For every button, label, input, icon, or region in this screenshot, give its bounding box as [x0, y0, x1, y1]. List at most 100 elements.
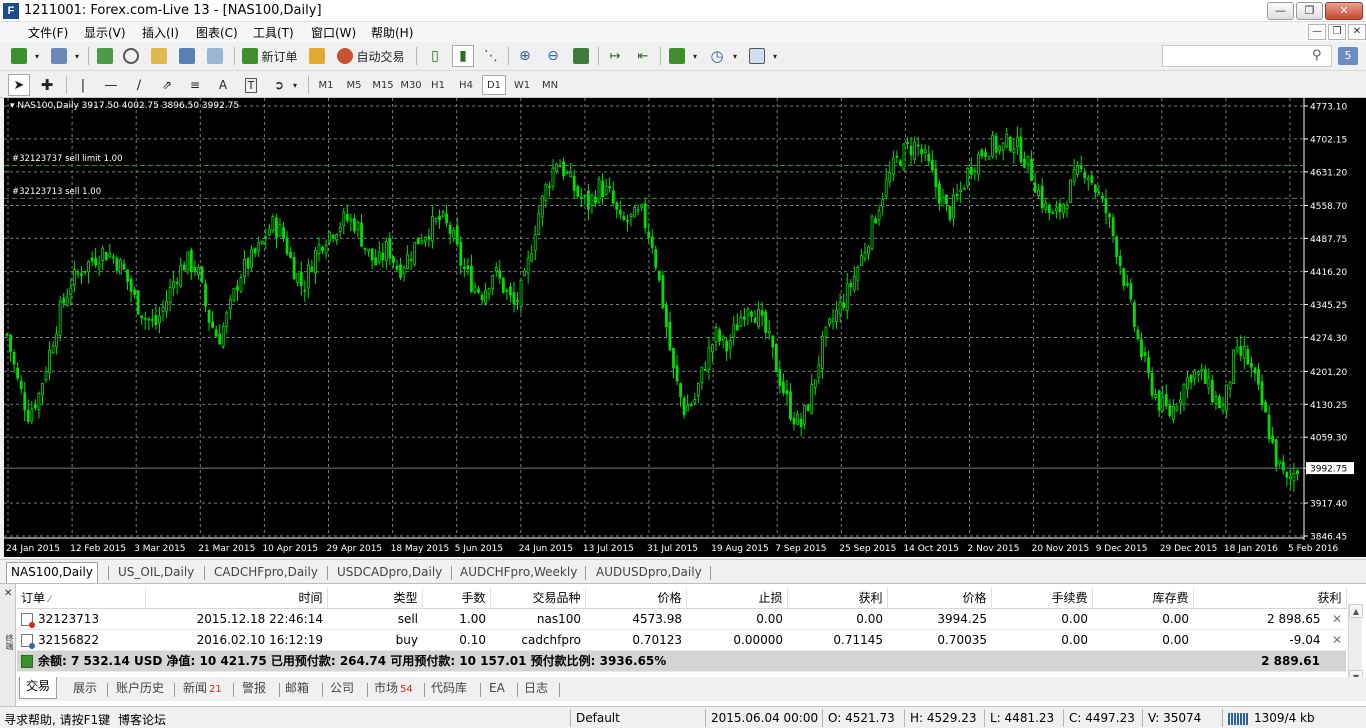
- navigator-button[interactable]: [148, 45, 170, 67]
- tab-market[interactable]: 市场 54: [368, 679, 419, 699]
- table-row[interactable]: 32156822 2016.02.10 16:12:19 buy 0.10 ca…: [17, 629, 1346, 651]
- zoom-out-button[interactable]: ⊖: [542, 45, 564, 67]
- indicators-dropdown[interactable]: ▾: [690, 45, 700, 67]
- close-button[interactable]: ✕: [1325, 2, 1363, 20]
- timeframe-d1[interactable]: D1: [482, 75, 506, 95]
- menu-window[interactable]: 窗口(W): [311, 24, 356, 41]
- cursor-button[interactable]: ➤: [8, 74, 30, 96]
- strategy-tester-button[interactable]: [204, 45, 226, 67]
- col-current-price[interactable]: 价格: [887, 588, 992, 609]
- restore-button[interactable]: ❐: [1296, 2, 1323, 20]
- profiles-button[interactable]: [48, 45, 70, 67]
- tab-experts[interactable]: EA: [483, 679, 511, 699]
- col-type[interactable]: 类型: [327, 588, 423, 609]
- line-chart-button[interactable]: ⋱: [480, 45, 502, 67]
- col-stop-loss[interactable]: 止损: [686, 588, 788, 609]
- tab-journal[interactable]: 日志: [518, 679, 554, 699]
- col-order[interactable]: 订单 ⁄: [17, 588, 146, 609]
- order-take-profit[interactable]: 0.00: [787, 608, 887, 630]
- vertical-line-button[interactable]: |: [72, 74, 94, 96]
- terminal-button[interactable]: [176, 45, 198, 67]
- col-symbol[interactable]: 交易品种: [490, 588, 586, 609]
- col-swap[interactable]: 库存费: [1092, 588, 1194, 609]
- indicators-button[interactable]: [666, 45, 688, 67]
- tab-mailbox[interactable]: 邮箱: [279, 679, 315, 699]
- tab-exposure[interactable]: 展示: [67, 679, 103, 699]
- timeframe-m5[interactable]: M5: [342, 75, 366, 95]
- periods-dropdown[interactable]: ▾: [730, 45, 740, 67]
- tab-company[interactable]: 公司: [324, 679, 360, 699]
- horizontal-line-button[interactable]: —: [100, 74, 122, 96]
- mdi-minimize-button[interactable]: —: [1308, 24, 1326, 40]
- tab-code-base[interactable]: 代码库: [425, 679, 473, 699]
- col-lots[interactable]: 手数: [422, 588, 491, 609]
- menu-view[interactable]: 显示(V): [84, 24, 126, 41]
- col-profit[interactable]: 获利: [1193, 588, 1347, 609]
- profiles-dropdown[interactable]: ▾: [72, 45, 82, 67]
- chart-tab-usdcadpro[interactable]: USDCADpro,Daily: [333, 563, 446, 582]
- tile-windows-button[interactable]: [570, 45, 592, 67]
- new-chart-dropdown[interactable]: ▾: [32, 45, 42, 67]
- tab-trade[interactable]: 交易: [19, 677, 58, 699]
- tab-account-history[interactable]: 账户历史: [110, 679, 170, 699]
- new-chart-button[interactable]: [8, 45, 30, 67]
- scroll-up-icon[interactable]: ▲: [1349, 604, 1363, 618]
- menu-charts[interactable]: 图表(C): [196, 24, 238, 41]
- chat-icon[interactable]: 5: [1338, 47, 1358, 65]
- mdi-restore-button[interactable]: ❐: [1328, 24, 1346, 40]
- timeframe-h4[interactable]: H4: [454, 75, 478, 95]
- periods-button[interactable]: ◷: [706, 45, 728, 67]
- order-label-sell-limit[interactable]: #32123737 sell limit 1.00: [12, 154, 123, 164]
- col-open-price[interactable]: 价格: [585, 588, 687, 609]
- order-stop-loss[interactable]: 0.00: [686, 608, 787, 630]
- minimize-button[interactable]: —: [1267, 2, 1294, 20]
- price-chart[interactable]: 4773.10 4702.15 4631.20 4558.70 4487.75 4416.…: [4, 98, 1366, 557]
- chart-tab-nas100[interactable]: NAS100,Daily: [6, 562, 98, 583]
- menu-file[interactable]: 文件(F): [28, 24, 68, 41]
- crosshair-button[interactable]: ✚: [36, 74, 58, 96]
- close-order-icon[interactable]: ✕: [1332, 612, 1342, 626]
- terminal-close-icon[interactable]: ✕: [4, 588, 12, 599]
- text-label-button[interactable]: T: [240, 74, 262, 96]
- timeframe-h1[interactable]: H1: [426, 75, 450, 95]
- col-time[interactable]: 时间: [145, 588, 328, 609]
- arrows-button[interactable]: ➲: [268, 74, 290, 96]
- menu-help[interactable]: 帮助(H): [371, 24, 413, 41]
- timeframe-m15[interactable]: M15: [370, 75, 396, 95]
- zoom-in-button[interactable]: ⊕: [514, 45, 536, 67]
- chart-tab-us-oil[interactable]: US_OIL,Daily: [114, 563, 198, 582]
- col-commission[interactable]: 手续费: [991, 588, 1093, 609]
- auto-trading-button[interactable]: 自动交易: [334, 45, 408, 67]
- templates-dropdown[interactable]: ▾: [770, 45, 780, 67]
- arrows-dropdown[interactable]: ▾: [290, 74, 300, 96]
- equidistant-channel-button[interactable]: ⇗: [156, 74, 178, 96]
- order-label-sell[interactable]: #32123713 sell 1.00: [12, 187, 101, 197]
- tab-alerts[interactable]: 警报: [236, 679, 272, 699]
- text-button[interactable]: A: [212, 74, 234, 96]
- menu-tools[interactable]: 工具(T): [253, 24, 294, 41]
- fibonacci-button[interactable]: ≡: [184, 74, 206, 96]
- search-icon[interactable]: ⚲: [1312, 48, 1328, 64]
- timeframe-w1[interactable]: W1: [510, 75, 534, 95]
- candlestick-button[interactable]: ▮: [452, 45, 474, 67]
- market-watch-button[interactable]: [94, 45, 116, 67]
- order-take-profit[interactable]: 0.71145: [787, 629, 887, 651]
- search-input[interactable]: [1162, 45, 1332, 67]
- chart-shift-button[interactable]: ⇤: [632, 45, 654, 67]
- close-order-icon[interactable]: ✕: [1332, 633, 1342, 647]
- chart-tab-cadchfpro[interactable]: CADCHFpro,Daily: [210, 563, 322, 582]
- mdi-close-button[interactable]: ✕: [1348, 24, 1366, 40]
- chart-tab-audusdpro[interactable]: AUDUSDpro,Daily: [592, 563, 706, 582]
- status-forum-link[interactable]: 博客论坛: [118, 711, 166, 728]
- trendline-button[interactable]: ∕: [128, 74, 150, 96]
- menu-insert[interactable]: 插入(I): [142, 24, 179, 41]
- order-stop-loss[interactable]: 0.00000: [686, 629, 787, 651]
- tab-news[interactable]: 新闻 21: [177, 679, 228, 699]
- col-take-profit[interactable]: 获利: [787, 588, 888, 609]
- data-window-button[interactable]: [120, 45, 142, 67]
- new-order-button[interactable]: 新订单: [240, 45, 300, 67]
- auto-scroll-button[interactable]: ↦: [604, 45, 626, 67]
- terminal-scrollbar[interactable]: ▲ ▼: [1348, 604, 1363, 684]
- timeframe-m30[interactable]: M30: [398, 75, 424, 95]
- templates-button[interactable]: [746, 45, 768, 67]
